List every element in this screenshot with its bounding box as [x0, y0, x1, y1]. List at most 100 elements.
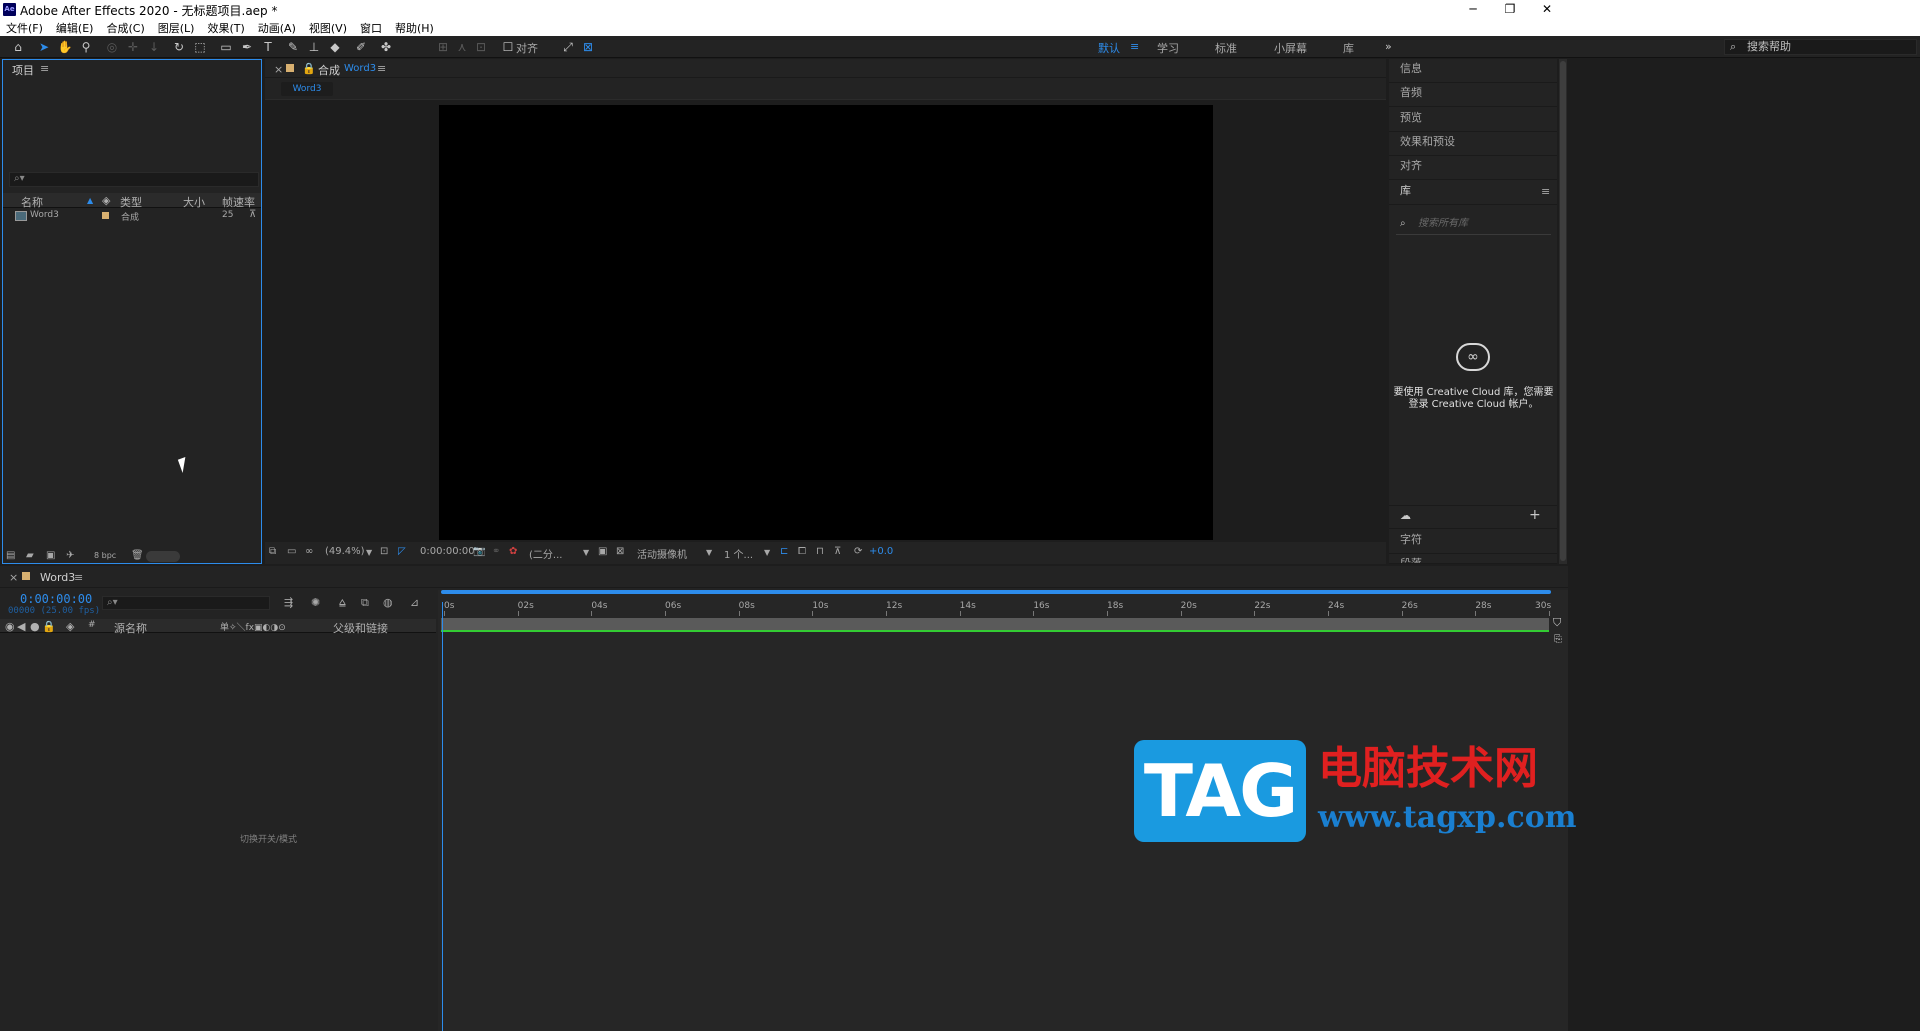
workspace-learn[interactable]: 学习 — [1157, 40, 1179, 56]
timeline-current-time[interactable]: 0:00:00:00 — [20, 592, 92, 606]
type-tool-icon[interactable]: T — [260, 39, 276, 55]
cloud-sync-icon[interactable]: ☁ — [1400, 509, 1411, 522]
snap-icon[interactable]: ⤢ — [560, 39, 576, 55]
puppet-tool-icon[interactable]: ✤ — [378, 39, 394, 55]
workspace-menu-icon[interactable]: ≡ — [1130, 40, 1139, 53]
snap-options-icon[interactable]: ⊠ — [580, 39, 596, 55]
panel-character[interactable]: 字符 — [1389, 530, 1557, 554]
views-dropdown[interactable]: 1 个... — [724, 546, 753, 561]
thumbnail-slider[interactable] — [146, 551, 180, 562]
panel-align[interactable]: 对齐 — [1389, 156, 1557, 180]
current-time-indicator[interactable] — [442, 602, 443, 1031]
menu-view[interactable]: 视图(V) — [303, 19, 354, 36]
motion-blur-icon[interactable]: ◍ — [383, 596, 393, 609]
menu-animation[interactable]: 动画(A) — [252, 19, 303, 36]
comp-button-icon[interactable]: ⎘ — [1554, 634, 1562, 645]
shy-layers-icon[interactable]: ⩠ — [339, 596, 346, 610]
interpret-footage-icon[interactable]: ▤ — [6, 550, 15, 561]
lock-icon[interactable]: 🔒 — [302, 62, 316, 75]
time-ruler[interactable]: 0s 02s 04s 06s 08s 10s 12s 14s 16s 18s 20s 22s 24s 26… — [438, 594, 1551, 616]
menu-file[interactable]: 文件(F) — [0, 19, 50, 36]
label-tag-icon[interactable]: ◈ — [102, 194, 110, 207]
dolly-camera-icon[interactable]: ↓ — [146, 39, 162, 55]
toggle-switches-modes[interactable]: 切换开关/模式 — [240, 832, 297, 845]
bit-depth-button[interactable]: 8 bpc — [94, 551, 116, 560]
pan-behind-icon[interactable]: ⬚ — [192, 39, 208, 55]
workspace-libraries[interactable]: 库 — [1343, 40, 1354, 56]
col-fps[interactable]: 帧速率 — [222, 194, 255, 210]
region-of-interest-icon[interactable]: ▣ — [598, 546, 607, 557]
comp-mini-flowchart-icon[interactable]: ⇶ — [284, 596, 293, 609]
new-folder-icon[interactable]: ▰ — [26, 550, 34, 561]
camera-dropdown[interactable]: 活动摄像机 — [637, 546, 687, 561]
toggle-pixel-aspect-icon[interactable]: ⊏ — [780, 546, 788, 557]
eye-icon[interactable]: ◉ — [5, 620, 15, 633]
vr-glasses-icon[interactable]: ∞ — [305, 546, 313, 557]
always-preview-icon[interactable]: ⧉ — [269, 546, 276, 557]
view-axis-icon[interactable]: ⊡ — [473, 39, 489, 55]
close-tab-icon[interactable]: × — [9, 571, 18, 584]
exposure-value[interactable]: +0.0 — [869, 546, 893, 557]
menu-effect[interactable]: 效果(T) — [201, 19, 251, 36]
transparency-grid-icon[interactable]: ⊠ — [616, 546, 624, 557]
menu-help[interactable]: 帮助(H) — [389, 19, 441, 36]
menu-composition[interactable]: 合成(C) — [100, 19, 151, 36]
right-panel-scrollbar[interactable] — [1559, 59, 1567, 564]
pan-camera-icon[interactable]: ✛ — [125, 39, 141, 55]
draft-3d-icon[interactable]: ✺ — [311, 596, 320, 609]
panel-menu-icon[interactable]: ≡ — [74, 571, 83, 584]
hand-tool-icon[interactable]: ✋ — [57, 39, 73, 55]
switches-icons[interactable]: 单✧＼fx▣◐◑⊙ — [220, 620, 286, 633]
align-checkbox-icon[interactable]: ☐ — [500, 39, 516, 55]
brush-tool-icon[interactable]: ✎ — [285, 39, 301, 55]
timeline-icon[interactable]: ⊓ — [816, 546, 824, 557]
workspace-default[interactable]: 默认 — [1098, 40, 1120, 56]
color-channels-icon[interactable]: ✿ — [509, 546, 517, 557]
comp-tab-name[interactable]: Word3 — [344, 63, 376, 74]
help-search-input[interactable]: ⌕ 搜索帮助 — [1724, 39, 1917, 55]
title-action-safe-icon[interactable]: ⊡ — [380, 546, 388, 557]
panel-paragraph[interactable]: 段落 — [1389, 554, 1557, 564]
col-size[interactable]: 大小 — [183, 194, 205, 210]
project-item-row[interactable]: Word3 合成 25 ⊼ — [3, 209, 261, 223]
label-tag-icon[interactable]: ◈ — [66, 620, 74, 633]
panel-menu-icon[interactable]: ≡ — [377, 62, 386, 75]
project-search-input[interactable]: ⌕▾ — [9, 172, 259, 187]
panel-preview[interactable]: 预览 — [1389, 108, 1557, 132]
composition-viewer[interactable] — [265, 99, 1386, 542]
local-axis-icon[interactable]: ⊞ — [435, 39, 451, 55]
resolution-dropdown[interactable]: (二分... — [529, 546, 562, 561]
show-snapshot-icon[interactable]: ⚭ — [492, 546, 500, 557]
sort-ascending-icon[interactable]: ▲ — [87, 196, 93, 205]
close-button[interactable]: ✕ — [1524, 1, 1570, 19]
col-type[interactable]: 类型 — [120, 194, 142, 210]
panel-menu-icon[interactable]: ≡ — [40, 62, 49, 75]
menu-window[interactable]: 窗口 — [354, 19, 389, 36]
workspace-small-screen[interactable]: 小屏幕 — [1274, 40, 1307, 56]
workspace-standard[interactable]: 标准 — [1215, 40, 1237, 56]
rectangle-tool-icon[interactable]: ▭ — [218, 39, 234, 55]
roto-brush-icon[interactable]: ✐ — [353, 39, 369, 55]
orbit-camera-icon[interactable]: ◎ — [104, 39, 120, 55]
new-composition-icon[interactable]: ▣ — [46, 550, 55, 561]
world-axis-icon[interactable]: ⋏ — [454, 39, 470, 55]
pen-tool-icon[interactable]: ✒ — [239, 39, 255, 55]
scrollbar-thumb[interactable] — [1560, 61, 1566, 561]
monitor-icon[interactable]: ▭ — [287, 546, 296, 557]
lock-icon[interactable]: 🔒 — [42, 620, 56, 633]
panel-libraries-title[interactable]: 库 — [1389, 181, 1557, 205]
graph-editor-icon[interactable]: ⊿ — [410, 596, 419, 609]
snapshot-icon[interactable]: 📷 — [473, 546, 485, 557]
home-icon[interactable]: ⌂ — [10, 39, 26, 55]
panel-info[interactable]: 信息 — [1389, 59, 1557, 83]
library-search-input[interactable]: ⌕ 搜索所有库 — [1396, 215, 1551, 235]
label-color-swatch[interactable] — [102, 212, 109, 219]
comp-marker-bin-icon[interactable]: ⛉ — [1553, 616, 1561, 630]
frame-blending-icon[interactable]: ⧉ — [361, 596, 369, 610]
composition-canvas[interactable] — [439, 105, 1213, 540]
panel-effects-presets[interactable]: 效果和预设 — [1389, 132, 1557, 156]
menu-layer[interactable]: 图层(L) — [152, 19, 202, 36]
project-settings-icon[interactable]: ✈ — [66, 550, 74, 561]
selection-tool-icon[interactable]: ➤ — [36, 39, 52, 55]
comp-tab-prefix[interactable]: 合成 — [318, 62, 340, 78]
